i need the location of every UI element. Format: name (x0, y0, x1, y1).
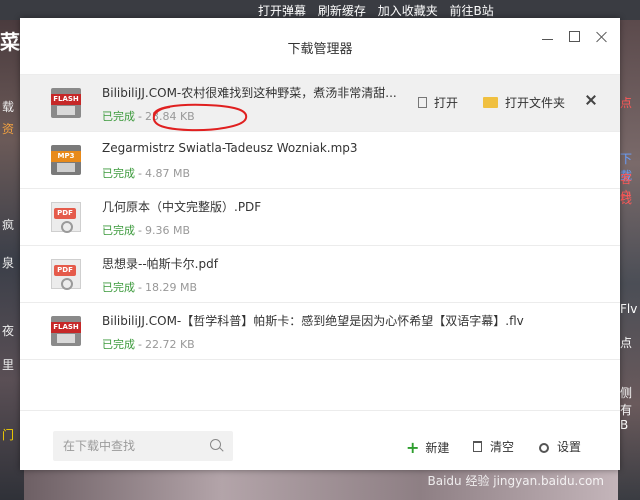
file-meta: 已完成 -4.87 MB (102, 167, 191, 180)
status-label: 已完成 (102, 167, 135, 180)
clear-button[interactable]: 清空 (473, 438, 514, 455)
bg-right-text-8: B (620, 418, 629, 432)
file-name: BilibiliJJ.COM-农村很难找到这种野菜，煮汤非常清甜... (102, 86, 397, 100)
file-name: Zegarmistrz Swiatla-Tadeusz Wozniak.mp3 (102, 141, 358, 155)
file-meta: 已完成 -23.84 KB (102, 110, 195, 123)
flash-file-icon: FLASH (51, 316, 81, 346)
close-icon[interactable] (595, 30, 609, 44)
download-item[interactable]: FLASH BilibiliJJ.COM-农村很难找到这种野菜，煮汤非常清甜..… (20, 74, 620, 131)
bg-right-text-1: 点 (620, 96, 633, 110)
bg-left-text-3: 资 (2, 122, 15, 136)
bg-left-text-1: 菜 (0, 30, 20, 54)
status-label: 已完成 (102, 281, 135, 294)
bg-left-text-7: 里 (2, 358, 15, 372)
background-links: 打开弹幕 刷新缓存 加入收藏夹 前往B站 (258, 2, 502, 19)
footer-bar: +新建 清空 设置 (20, 410, 620, 471)
file-icon (418, 97, 427, 108)
background-right-panel: 点 下载 客户 钱 Flv 点 侧有 B (618, 20, 640, 500)
search-icon[interactable] (210, 439, 221, 450)
maximize-icon[interactable] (568, 30, 582, 44)
status-label: 已完成 (102, 110, 135, 123)
bg-right-text-5: Flv (620, 302, 638, 316)
download-item[interactable]: MP3 Zegarmistrz Swiatla-Tadeusz Wozniak.… (20, 131, 620, 188)
file-name: 几何原本（中文完整版）.PDF (102, 200, 262, 214)
file-name: BilibiliJJ.COM-【哲学科普】帕斯卡：感到绝望是因为心怀希望【双语字… (102, 314, 524, 328)
folder-icon (483, 97, 498, 108)
download-item[interactable]: FLASH BilibiliJJ.COM-【哲学科普】帕斯卡：感到绝望是因为心怀… (20, 302, 620, 360)
settings-button[interactable]: 设置 (539, 438, 581, 455)
pdf-file-icon: PDF (51, 259, 81, 290)
file-meta: 已完成 -18.29 MB (102, 281, 198, 294)
bg-link-favorite[interactable]: 加入收藏夹 (378, 4, 438, 18)
file-size: 18.29 MB (144, 281, 198, 294)
file-meta: 已完成 -9.36 MB (102, 224, 191, 237)
close-icon (585, 94, 597, 106)
minimize-icon[interactable] (541, 30, 555, 44)
bg-link-bilibili[interactable]: 前往B站 (450, 4, 494, 18)
background-page-header: 打开弹幕 刷新缓存 加入收藏夹 前往B站 (0, 0, 640, 20)
bg-right-text-6: 点 (620, 336, 633, 350)
open-folder-button[interactable]: 打开文件夹 (483, 94, 565, 111)
download-manager-dialog: 下载管理器 FLASH BilibiliJJ.COM-农村很难找到这种野菜，煮汤… (20, 18, 620, 470)
download-list: FLASH BilibiliJJ.COM-农村很难找到这种野菜，煮汤非常清甜..… (20, 74, 620, 360)
flash-file-icon: FLASH (51, 88, 81, 118)
file-size: 23.84 KB (144, 110, 195, 123)
bg-left-text-2: 载 (2, 100, 15, 114)
dialog-title: 下载管理器 (287, 42, 353, 57)
file-size: 22.72 KB (144, 338, 195, 351)
download-item[interactable]: PDF 几何原本（中文完整版）.PDF 已完成 -9.36 MB (20, 188, 620, 245)
remove-item-button[interactable] (585, 94, 597, 108)
new-button[interactable]: + 新建 (406, 438, 449, 457)
mp3-file-icon: MP3 (51, 145, 81, 175)
gear-icon (539, 443, 549, 453)
title-bar[interactable]: 下载管理器 (20, 18, 620, 74)
pdf-file-icon: PDF (51, 202, 81, 233)
bg-left-text-5: 泉 (2, 256, 15, 270)
bg-left-text-6: 夜 (2, 324, 15, 338)
bg-left-text-8: 门 (2, 428, 15, 442)
file-size: 9.36 MB (144, 224, 191, 237)
download-item[interactable]: PDF 思想录--帕斯卡尔.pdf 已完成 -18.29 MB (20, 245, 620, 302)
status-label: 已完成 (102, 338, 135, 351)
watermark: Baidu 经验 jingyan.baidu.com (427, 474, 604, 488)
status-label: 已完成 (102, 224, 135, 237)
bg-link-refresh[interactable]: 刷新缓存 (318, 4, 366, 18)
bg-right-text-4: 钱 (620, 192, 633, 206)
open-button[interactable]: 打开 (418, 94, 458, 111)
file-meta: 已完成 -22.72 KB (102, 338, 195, 351)
file-size: 4.87 MB (144, 167, 191, 180)
bg-link-danmaku[interactable]: 打开弹幕 (258, 4, 306, 18)
trash-icon (473, 441, 482, 452)
background-bottom-image: Baidu 经验 jingyan.baidu.com (24, 470, 618, 500)
search-input[interactable] (53, 431, 233, 461)
plus-icon: + (406, 438, 420, 457)
bg-right-text-7: 侧有 (620, 386, 633, 417)
file-name: 思想录--帕斯卡尔.pdf (102, 257, 218, 271)
bg-left-text-4: 疯 (2, 218, 15, 232)
